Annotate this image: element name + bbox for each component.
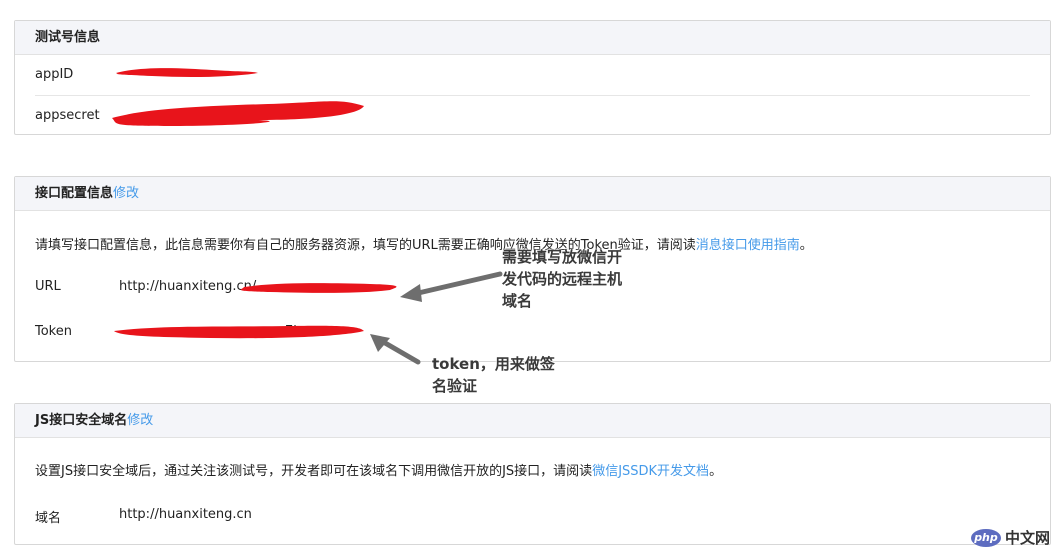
- token-annotation-line1: token，用来做签: [432, 355, 555, 373]
- interface-config-edit-link[interactable]: 修改: [113, 186, 139, 201]
- url-value: http://huanxiteng.cn/: [119, 279, 257, 294]
- url-annotation-arrow: [400, 271, 503, 302]
- js-domain-description: 设置JS接口安全域后，通过关注该测试号，开发者即可在该域名下调用微信开放的JS接…: [35, 460, 722, 479]
- url-annotation-line3: 域名: [502, 292, 533, 310]
- token-label: Token: [35, 324, 72, 339]
- token-value: 7b: [285, 324, 302, 339]
- watermark-text: 中文网: [1004, 529, 1050, 547]
- message-interface-guide-link[interactable]: 消息接口使用指南: [696, 238, 800, 253]
- test-account-title: 测试号信息: [35, 30, 101, 45]
- domain-value: http://huanxiteng.cn: [119, 507, 252, 522]
- field-divider: [35, 95, 1030, 96]
- url-annotation: 需要填写放微信开 发代码的远程主机 域名: [502, 246, 622, 312]
- test-account-header: 测试号信息: [15, 21, 1050, 55]
- test-account-panel: 测试号信息 appID appsecret: [14, 20, 1051, 135]
- domain-label: 域名: [35, 511, 62, 526]
- js-domain-header: JS接口安全域名修改: [15, 404, 1050, 438]
- js-domain-desc-text: 设置JS接口安全域后，通过关注该测试号，开发者即可在该域名下调用微信开放的JS接…: [35, 464, 593, 479]
- url-annotation-line2: 发代码的远程主机: [502, 270, 623, 288]
- token-annotation-line2: 名验证: [432, 377, 478, 395]
- js-domain-title: JS接口安全域名: [35, 413, 128, 428]
- url-annotation-line1: 需要填写放微信开: [502, 248, 623, 266]
- php-cn-watermark: php 中文网: [970, 527, 1050, 548]
- token-annotation-arrow: [370, 334, 421, 365]
- url-label: URL: [35, 279, 61, 294]
- interface-config-header: 接口配置信息修改: [15, 177, 1050, 211]
- interface-config-description: 请填写接口配置信息，此信息需要你有自己的服务器资源，填写的URL需要正确响应微信…: [35, 234, 813, 253]
- php-logo-badge: php: [970, 528, 1001, 547]
- jssdk-doc-link[interactable]: 微信JSSDK开发文档: [592, 464, 709, 479]
- js-domain-edit-link[interactable]: 修改: [127, 413, 153, 428]
- interface-config-desc-end: 。: [799, 238, 813, 253]
- interface-config-title: 接口配置信息: [35, 186, 114, 201]
- js-domain-desc-end: 。: [709, 464, 723, 479]
- token-annotation: token，用来做签 名验证: [432, 353, 555, 397]
- appid-label: appID: [35, 67, 74, 82]
- appsecret-label: appsecret: [35, 108, 100, 123]
- js-domain-panel: JS接口安全域名修改 设置JS接口安全域后，通过关注该测试号，开发者即可在该域名…: [14, 403, 1051, 545]
